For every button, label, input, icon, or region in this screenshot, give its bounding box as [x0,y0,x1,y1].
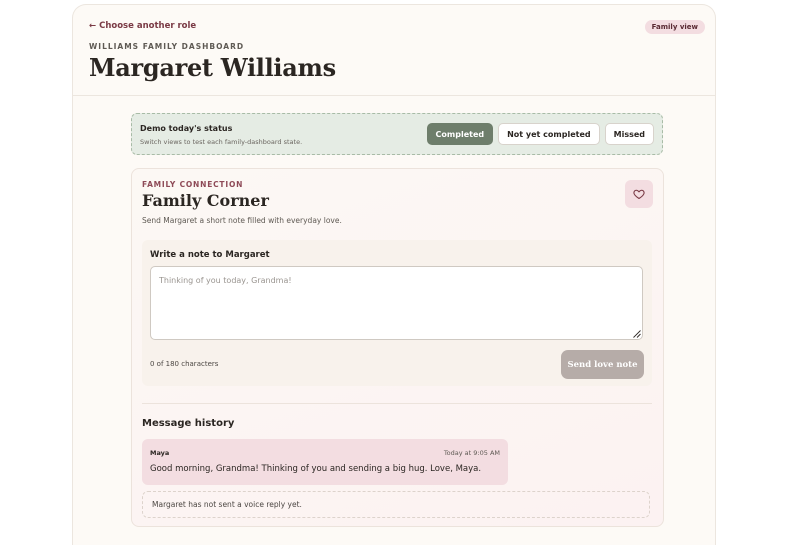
message-timestamp: Today at 9:05 AM [443,449,500,457]
demo-title: Demo today's status [140,124,233,133]
resize-handle-icon[interactable] [633,330,641,338]
character-count: 0 of 180 characters [150,360,219,368]
send-love-note-button[interactable]: Send love note [561,350,644,379]
choose-role-link[interactable]: ← Choose another role [89,21,196,31]
not-yet-completed-button[interactable]: Not yet completed [498,123,600,145]
family-corner-title: Family Corner [142,191,269,210]
message-item: Maya Today at 9:05 AM Good morning, Gran… [142,439,508,485]
completed-button[interactable]: Completed [426,123,494,145]
section-divider [142,403,652,404]
message-text: Good morning, Grandma! Thinking of you a… [150,464,482,474]
voice-reply-status: Margaret has not sent a voice reply yet. [142,491,650,518]
missed-button[interactable]: Missed [604,123,654,145]
family-connection-eyebrow: FAMILY CONNECTION [142,180,244,189]
view-badge: Family view [644,20,705,34]
note-compose-panel: Write a note to Margaret 0 of 180 charac… [142,240,652,386]
message-author: Maya [150,449,170,457]
page-title: Margaret Williams [89,53,336,82]
heart-icon [633,189,645,200]
page-header: ← Choose another role WILLIAMS FAMILY DA… [73,5,715,96]
demo-status-panel: Demo today's status Switch views to test… [131,113,663,155]
demo-status-toggle: Completed Not yet completed Missed [426,123,654,145]
dashboard-eyebrow: WILLIAMS FAMILY DASHBOARD [89,42,245,51]
family-corner-subtitle: Send Margaret a short note filled with e… [142,216,342,225]
note-label: Write a note to Margaret [150,250,270,260]
message-history-title: Message history [142,418,235,429]
family-corner-card: FAMILY CONNECTION Family Corner Send Mar… [131,168,664,527]
dashboard-shell: ← Choose another role WILLIAMS FAMILY DA… [72,4,716,545]
demo-subtitle: Switch views to test each family-dashboa… [140,138,303,146]
favorite-button[interactable] [625,180,653,208]
note-textarea[interactable] [150,266,643,340]
